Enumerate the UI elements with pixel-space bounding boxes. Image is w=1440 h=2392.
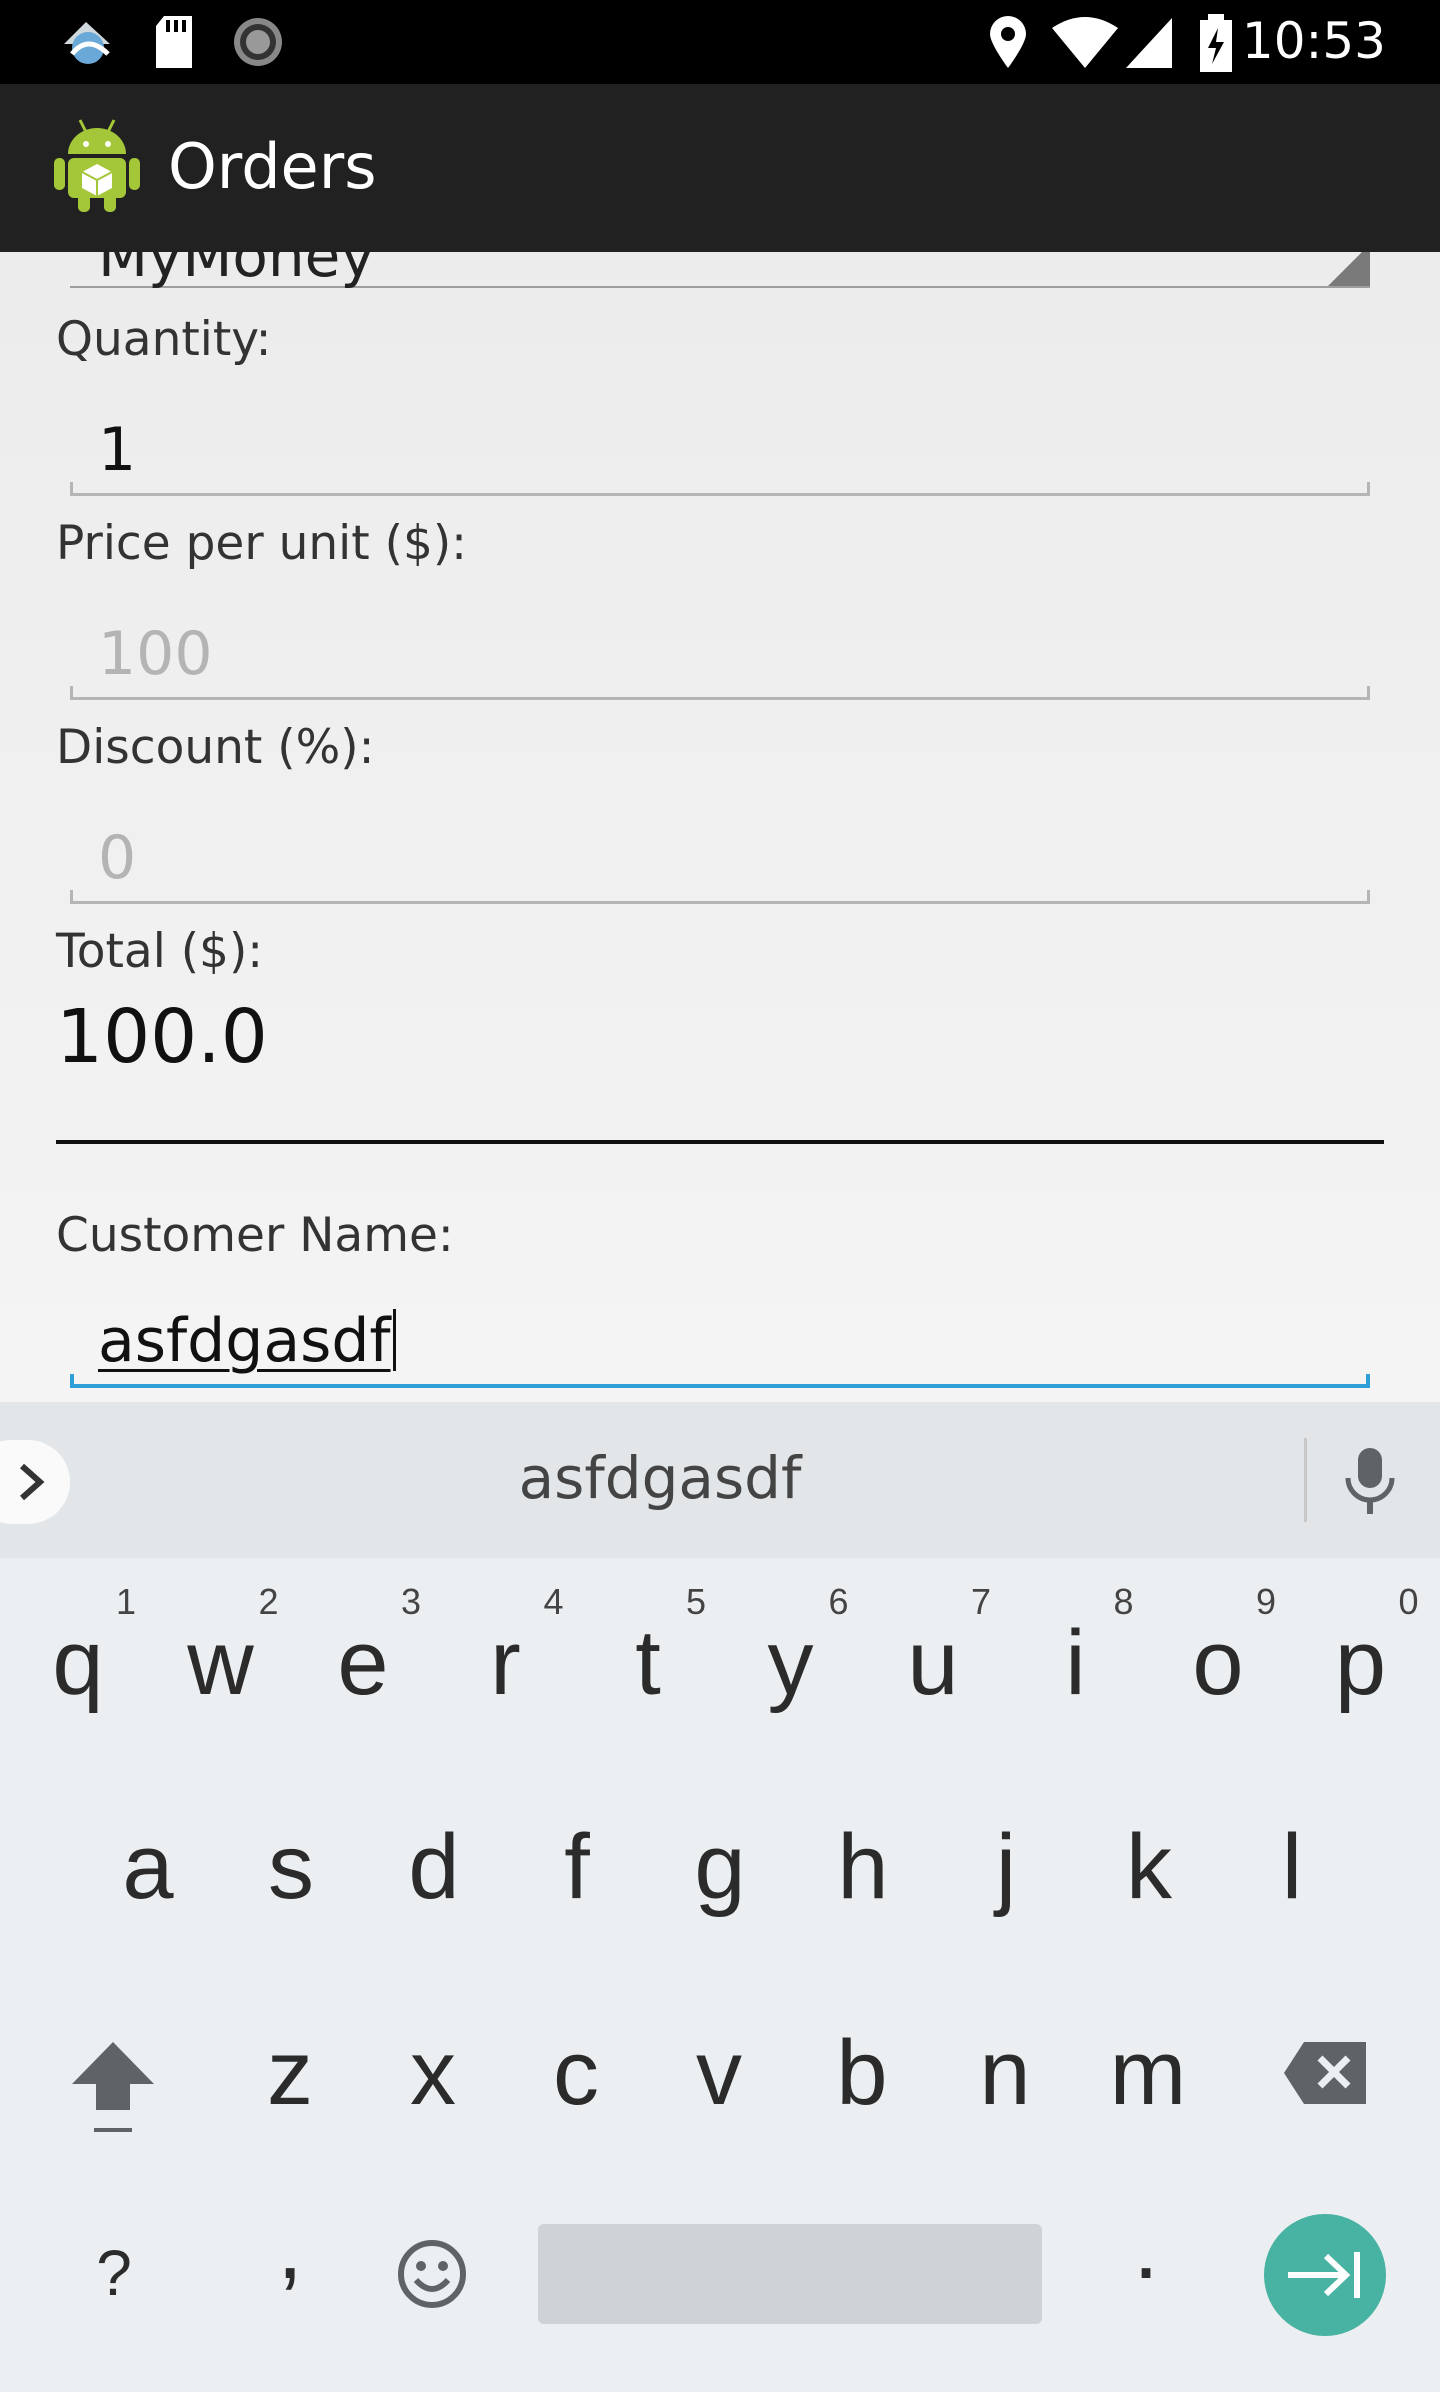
key-l[interactable]: l: [1224, 1782, 1360, 1952]
suggestion-separator: [1304, 1438, 1307, 1522]
product-spinner[interactable]: MyMoney: [70, 252, 1370, 290]
wifi-icon: [1052, 17, 1118, 68]
action-bar: Orders: [0, 84, 1440, 252]
battery-charging-icon: [1200, 14, 1232, 72]
key-hint: 7: [970, 1581, 991, 1622]
price-field: 100: [70, 619, 1370, 700]
discount-field: 0: [70, 823, 1370, 904]
key-f[interactable]: f: [509, 1782, 645, 1952]
status-bar: 10:53: [0, 0, 1440, 84]
discount-label: Discount (%):: [56, 720, 375, 775]
key-k[interactable]: k: [1081, 1782, 1217, 1952]
page-title: Orders: [168, 130, 377, 203]
key-label: t: [635, 1612, 661, 1714]
customer-name-label: Customer Name:: [56, 1208, 454, 1263]
key-p[interactable]: p0: [1293, 1578, 1429, 1748]
key-x[interactable]: x: [365, 1988, 501, 2158]
key-w[interactable]: w2: [153, 1578, 289, 1748]
discount-value: 0: [98, 823, 137, 893]
cell-signal-icon: [1126, 18, 1172, 68]
key-c[interactable]: c: [508, 1988, 644, 2158]
sync-spinner-icon: [234, 18, 282, 66]
key-hint: 8: [1113, 1581, 1134, 1622]
location-icon: [990, 16, 1026, 68]
tab-arrow-icon: [1288, 2252, 1360, 2298]
customer-name-value: asfdgasdf: [98, 1306, 391, 1376]
key-d[interactable]: d: [366, 1782, 502, 1952]
customer-name-field[interactable]: asfdgasdf: [70, 1306, 1370, 1388]
key-i[interactable]: i8: [1008, 1578, 1144, 1748]
customer-name-text: asfdgasdf: [98, 1306, 396, 1376]
key-a[interactable]: a: [80, 1782, 216, 1952]
quantity-value: 1: [98, 415, 137, 485]
key-hint: 9: [1255, 1581, 1276, 1622]
suggestion-word[interactable]: asfdgasdf: [0, 1444, 1440, 1512]
key-j[interactable]: j: [938, 1782, 1074, 1952]
backspace-icon[interactable]: [1282, 2040, 1370, 2106]
product-spinner-value: MyMoney: [98, 252, 375, 290]
order-form: MyMoney Quantity: 1 Price per unit ($): …: [0, 252, 1440, 1402]
key-q[interactable]: q1: [10, 1578, 146, 1748]
dropdown-triangle-icon: [1328, 252, 1370, 286]
key-label: w: [187, 1612, 254, 1714]
soft-keyboard: asfdgasdf q1w2e3r4t5y6u7i8o9p0 asdfghjkl…: [0, 1402, 1440, 2392]
key-hint: 4: [543, 1581, 564, 1622]
key-label: q: [52, 1612, 104, 1714]
symbols-key[interactable]: ?123: [46, 2188, 182, 2358]
key-label: i: [1065, 1612, 1086, 1714]
comma-key[interactable]: ,: [222, 2162, 358, 2332]
key-v[interactable]: v: [651, 1988, 787, 2158]
status-time: 10:53: [1241, 12, 1386, 70]
android-app-icon: [54, 119, 140, 212]
suggestion-strip: asfdgasdf: [0, 1402, 1440, 1558]
total-value: 100.0: [56, 994, 268, 1080]
notification-app-icon: [64, 22, 110, 64]
key-hint: 6: [828, 1581, 849, 1622]
key-m[interactable]: m: [1080, 1988, 1216, 2158]
key-hint: 1: [115, 1581, 136, 1622]
key-u[interactable]: u7: [865, 1578, 1001, 1748]
next-field-button[interactable]: [1264, 2214, 1386, 2336]
key-label: y: [767, 1612, 814, 1714]
price-value: 100: [98, 619, 213, 689]
sd-card-icon: [156, 16, 192, 68]
key-label: o: [1192, 1612, 1244, 1714]
total-label: Total ($):: [56, 924, 264, 979]
key-s[interactable]: s: [223, 1782, 359, 1952]
key-y[interactable]: y6: [723, 1578, 859, 1748]
quantity-field[interactable]: 1: [70, 415, 1370, 496]
key-g[interactable]: g: [652, 1782, 788, 1952]
key-label: p: [1334, 1612, 1387, 1714]
key-hint: 0: [1398, 1581, 1419, 1622]
key-z[interactable]: z: [222, 1988, 358, 2158]
key-label: e: [337, 1612, 389, 1714]
key-h[interactable]: h: [795, 1782, 931, 1952]
price-label: Price per unit ($):: [56, 516, 468, 571]
key-e[interactable]: e3: [295, 1578, 431, 1748]
period-key[interactable]: .: [1078, 2162, 1214, 2332]
space-key[interactable]: [538, 2224, 1042, 2324]
key-t[interactable]: t5: [580, 1578, 716, 1748]
key-label: u: [907, 1612, 959, 1714]
key-b[interactable]: b: [794, 1988, 930, 2158]
key-r[interactable]: r4: [438, 1578, 574, 1748]
shift-icon[interactable]: [68, 2038, 158, 2138]
text-cursor: [392, 1309, 396, 1371]
section-divider: [56, 1140, 1384, 1144]
key-hint: 3: [400, 1581, 421, 1622]
key-n[interactable]: n: [937, 1988, 1073, 2158]
emoji-icon[interactable]: [396, 2238, 468, 2310]
quantity-label: Quantity:: [56, 312, 272, 367]
key-hint: 2: [258, 1581, 279, 1622]
key-hint: 5: [685, 1581, 706, 1622]
key-label: r: [490, 1612, 521, 1714]
key-o[interactable]: o9: [1150, 1578, 1286, 1748]
microphone-icon[interactable]: [1340, 1446, 1400, 1516]
